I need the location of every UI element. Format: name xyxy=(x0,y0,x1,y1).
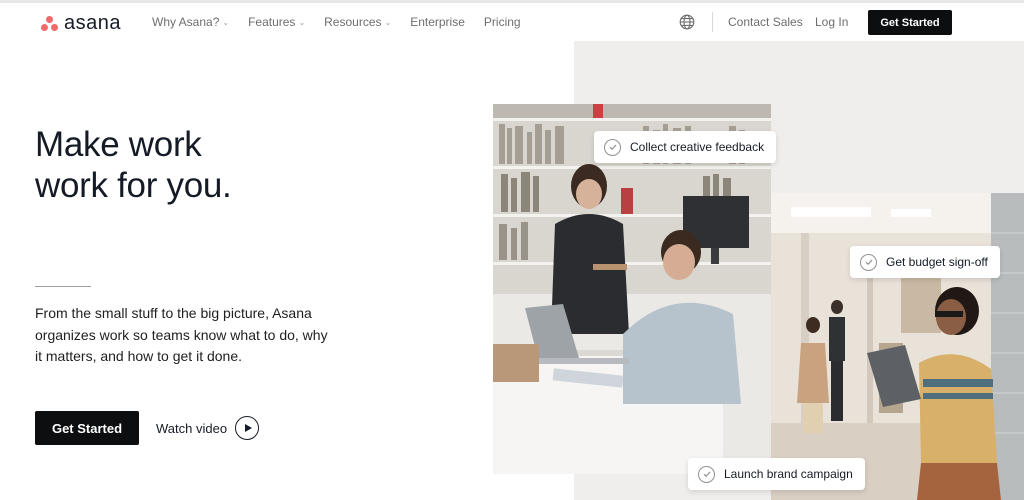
nav-item-label: Why Asana? xyxy=(152,15,220,29)
check-circle-icon xyxy=(604,138,621,156)
asana-logo-icon xyxy=(40,15,60,32)
brand-wordmark: asana xyxy=(64,12,121,34)
nav-item-why-asana[interactable]: Why Asana? ⌄ xyxy=(152,15,229,29)
brand-logo[interactable]: asana xyxy=(40,12,121,35)
globe-icon[interactable] xyxy=(679,14,695,30)
task-pill-label: Launch brand campaign xyxy=(724,467,853,481)
check-circle-icon xyxy=(860,253,877,271)
nav-get-started-button[interactable]: Get Started xyxy=(868,10,952,35)
chevron-down-icon: ⌄ xyxy=(298,17,306,27)
headline-line-1: Make work xyxy=(35,125,202,164)
nav-item-label: Pricing xyxy=(483,15,521,29)
nav-item-label: Resources xyxy=(324,15,382,29)
top-navigation: asana Why Asana? ⌄ Features ⌄ Resources … xyxy=(0,3,1024,41)
chevron-down-icon: ⌄ xyxy=(384,17,392,27)
watch-video-button[interactable]: Watch video xyxy=(156,416,260,440)
nav-item-enterprise[interactable]: Enterprise xyxy=(410,15,465,29)
hero-divider xyxy=(35,286,91,287)
hero-get-started-button[interactable]: Get Started xyxy=(35,411,139,445)
nav-item-pricing[interactable]: Pricing xyxy=(484,15,521,29)
nav-item-resources[interactable]: Resources ⌄ xyxy=(324,15,391,29)
watch-video-label: Watch video xyxy=(156,420,228,436)
task-pill-launch-campaign: Launch brand campaign xyxy=(688,458,865,490)
task-pill-label: Get budget sign-off xyxy=(886,255,988,269)
login-link[interactable]: Log In xyxy=(815,15,848,29)
chevron-down-icon: ⌄ xyxy=(222,17,230,27)
task-pill-label: Collect creative feedback xyxy=(630,140,765,154)
task-pill-budget-signoff: Get budget sign-off xyxy=(850,246,1000,278)
hero-headline: Make work work for you. xyxy=(35,124,232,206)
task-pill-collect-feedback: Collect creative feedback xyxy=(594,131,777,163)
office-photo-standing-woman xyxy=(771,193,1024,500)
hero-subtext: From the small stuff to the big picture,… xyxy=(35,305,328,364)
contact-sales-link[interactable]: Contact Sales xyxy=(728,15,803,29)
nav-divider xyxy=(712,12,713,32)
nav-item-features[interactable]: Features ⌄ xyxy=(248,15,305,29)
nav-item-label: Features xyxy=(248,15,296,29)
primary-nav: Why Asana? ⌄ Features ⌄ Resources ⌄ Ente… xyxy=(152,15,540,29)
headline-line-2: work for you. xyxy=(35,166,232,205)
nav-item-label: Enterprise xyxy=(410,15,465,29)
play-circle-icon xyxy=(235,416,260,440)
check-circle-icon xyxy=(698,465,715,483)
